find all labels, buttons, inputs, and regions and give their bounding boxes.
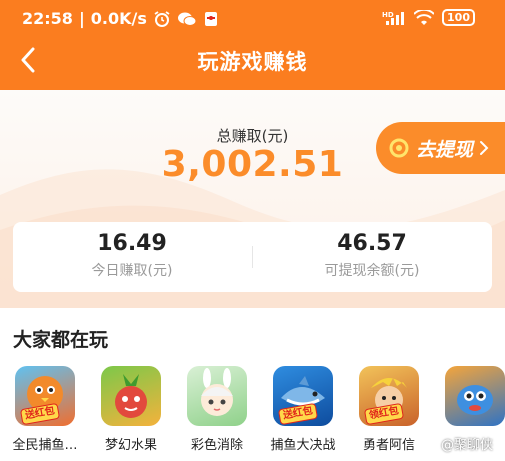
radish-fruit-icon — [101, 366, 161, 426]
game-item[interactable]: 梦幻水果 — [86, 366, 176, 453]
coin-icon — [389, 138, 409, 158]
status-left: 22:58 | 0.0K/s — [22, 9, 219, 28]
game-name: 梦幻水果 — [104, 438, 157, 453]
today-earnings-value: 16.49 — [97, 231, 167, 256]
blue-fish-icon — [445, 366, 505, 426]
status-time: 22:58 — [22, 9, 73, 28]
red-packet-icon — [203, 11, 219, 27]
withdrawable-balance-label: 可提现余额(元) — [324, 263, 420, 279]
wifi-icon — [414, 9, 435, 26]
withdraw-button[interactable]: 去提现 — [376, 122, 505, 174]
watermark: @聚聊侠 — [441, 434, 493, 453]
page-title: 玩游戏赚钱 — [197, 50, 308, 74]
game-name: 勇者阿信 — [362, 438, 415, 453]
battery-indicator: 100 — [442, 9, 475, 26]
wechat-icon — [177, 11, 197, 27]
watermark-text: @聚聊侠 — [440, 438, 493, 453]
svg-text:HD: HD — [382, 11, 394, 19]
stats-card: 16.49 今日赚取(元) 46.57 可提现余额(元) — [13, 222, 492, 292]
game-list: 送红包 全民捕鱼… 梦幻水果 彩色消除 送红包 捕鱼大决战 领红包 勇者阿信 — [0, 366, 505, 461]
chick-fish-icon: 送红包 — [15, 366, 75, 426]
today-earnings-stat: 16.49 今日赚取(元) — [32, 231, 232, 280]
game-item[interactable]: 送红包 全民捕鱼… — [0, 366, 90, 453]
game-name: 全民捕鱼… — [12, 438, 78, 453]
withdrawable-balance-stat[interactable]: 46.57 可提现余额(元) — [272, 231, 472, 280]
game-name: 彩色消除 — [190, 438, 243, 453]
chevron-right-icon — [480, 141, 489, 155]
hero-icon: 领红包 — [359, 366, 419, 426]
status-network-speed: 0.0K/s — [90, 9, 147, 28]
game-item[interactable]: 彩色消除 — [172, 366, 262, 453]
popular-games-section: 大家都在玩 送红包 全民捕鱼… 梦幻水果 彩色消除 送红包 捕鱼大决战 领红包 … — [0, 308, 505, 461]
game-item[interactable]: 领红包 勇者阿信 — [344, 366, 434, 453]
withdraw-label: 去提现 — [416, 138, 474, 161]
status-right: HD 100 — [382, 9, 475, 26]
alarm-clock-icon — [153, 10, 171, 28]
withdrawable-balance-value: 46.57 — [337, 231, 407, 256]
today-earnings-label: 今日赚取(元) — [91, 263, 173, 279]
stats-divider — [252, 246, 253, 268]
shark-icon: 送红包 — [273, 366, 333, 426]
game-name: 捕鱼大决战 — [270, 438, 336, 453]
bunny-girl-icon — [187, 366, 247, 426]
game-item[interactable] — [430, 366, 505, 434]
section-title: 大家都在玩 — [13, 329, 109, 351]
status-separator: | — [78, 9, 85, 28]
hd-signal-icon: HD — [382, 10, 406, 26]
game-item[interactable]: 送红包 捕鱼大决战 — [258, 366, 348, 453]
status-bar: 22:58 | 0.0K/s HD 100 — [0, 0, 505, 36]
